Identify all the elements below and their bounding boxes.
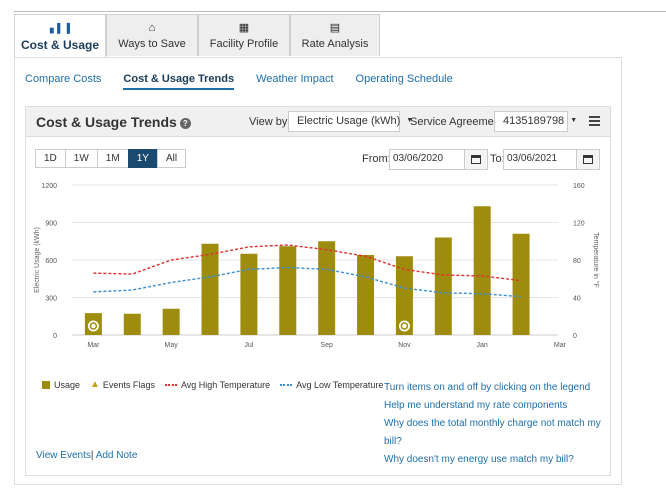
avg-low-temperature-line — [93, 266, 522, 298]
usage-bar — [240, 253, 258, 335]
x-tick-label: Mar — [554, 342, 567, 349]
legend-low-swatch — [280, 383, 293, 386]
top-divider — [14, 11, 666, 12]
calendar-icon — [471, 155, 481, 164]
y-tick-right: 120 — [573, 221, 585, 228]
legend-events-label: Events Flags — [102, 379, 155, 390]
service-agreement-select[interactable]: 4135189798 ▼ — [494, 111, 577, 132]
usage-bar — [123, 313, 141, 335]
usage-bar — [357, 255, 375, 335]
service-agreement-value: 4135189798 — [503, 115, 565, 127]
legend-high-swatch — [164, 383, 177, 386]
subtab-weather-impact[interactable]: Weather Impact — [256, 73, 333, 90]
from-date-input[interactable]: 03/06/2020 — [389, 149, 465, 170]
help-link-rate-components[interactable]: Help me understand my rate components — [384, 397, 610, 415]
help-link-legend[interactable]: Turn items on and off by clicking on the… — [384, 379, 610, 397]
subtab-operating-schedule[interactable]: Operating Schedule — [356, 73, 453, 90]
x-tick-label: May — [165, 342, 179, 349]
y-tick-left: 300 — [45, 296, 57, 303]
usage-bar — [279, 246, 297, 335]
legend-usage[interactable]: Usage — [42, 380, 80, 390]
x-tick-label: Nov — [398, 342, 411, 349]
legend-high-label: Avg High Temperature — [180, 379, 271, 390]
legend-low-temp[interactable]: Avg Low Temperature — [280, 380, 383, 390]
usage-bar — [434, 237, 452, 335]
tab-label: Rate Analysis — [301, 38, 369, 50]
help-links: Turn items on and off by clicking on the… — [384, 379, 610, 469]
tab-cost-usage[interactable]: ▖▌▐ Cost & Usage — [14, 14, 106, 58]
range-1y[interactable]: 1Y — [127, 149, 158, 168]
chart-legend: Usage ▲ Events Flags Avg High Temperature… — [42, 379, 393, 390]
legend-usage-label: Usage — [54, 379, 81, 390]
y-axis-title-left: Electric Usage (kWh) — [34, 227, 41, 293]
service-agreement-label: Service Agreement: — [410, 116, 506, 128]
caret-down-icon: ▼ — [570, 117, 578, 124]
content-panel: Compare Costs Cost & Usage Trends Weathe… — [14, 57, 622, 485]
from-label: From: — [362, 153, 391, 165]
tab-rate-analysis[interactable]: ▤ Rate Analysis — [290, 14, 380, 56]
bottom-links: View Events| Add Note — [36, 450, 138, 461]
tab-label: Ways to Save — [118, 38, 186, 50]
help-icon[interactable]: ? — [179, 118, 191, 129]
legend-events[interactable]: ▲ Events Flags — [90, 379, 155, 390]
usage-chart: 1200 900 600 300 0 160 120 80 40 0 Electric Usage … — [34, 183, 600, 349]
subtab-compare-costs[interactable]: Compare Costs — [25, 73, 101, 90]
tab-facility-profile[interactable]: ▦ Facility Profile — [198, 14, 290, 56]
to-calendar-button[interactable] — [576, 149, 600, 170]
y-tick-right: 40 — [573, 296, 581, 303]
legend-high-temp[interactable]: Avg High Temperature — [164, 379, 271, 390]
warning-icon: ▲ — [90, 379, 100, 390]
usage-bar — [162, 308, 180, 335]
tab-label: Cost & Usage — [20, 38, 100, 52]
card-title: Cost & Usage Trends? — [36, 114, 191, 130]
range-1w[interactable]: 1W — [64, 149, 98, 168]
view-events-link[interactable]: View Events — [36, 450, 91, 461]
y-tick-right: 0 — [573, 333, 577, 340]
trends-card: Cost & Usage Trends? View by: Electric U… — [25, 106, 611, 476]
usage-bar — [318, 241, 336, 335]
usage-bar — [512, 233, 530, 335]
tab-label: Facility Profile — [209, 38, 279, 50]
calculator-icon: ▤ — [329, 22, 341, 34]
legend-usage-swatch — [42, 380, 50, 389]
y-tick-left: 1200 — [41, 183, 57, 190]
calendar-icon — [583, 155, 593, 164]
add-note-link[interactable]: Add Note — [96, 450, 138, 461]
x-tick-label: Jan — [477, 342, 488, 349]
y-axis-title-right: Temperature in °F — [592, 232, 600, 288]
x-tick-label: Mar — [87, 342, 100, 349]
from-calendar-button[interactable] — [464, 149, 488, 170]
view-by-label: View by: — [249, 116, 291, 128]
y-tick-right: 160 — [573, 183, 585, 190]
hamburger-menu-icon[interactable] — [589, 116, 600, 126]
x-tick-label: Sep — [320, 342, 333, 349]
card-title-text: Cost & Usage Trends — [36, 114, 177, 130]
bar-chart-icon: ▖▌▐ — [50, 23, 70, 33]
y-tick-right: 80 — [573, 258, 581, 265]
x-tick-label: Jul — [244, 342, 253, 349]
tab-ways-to-save[interactable]: ⌂ Ways to Save — [106, 14, 198, 56]
help-link-energy-use[interactable]: Why doesn't my energy use match my bill? — [384, 451, 610, 469]
avg-high-temperature-line — [93, 244, 522, 282]
range-1d[interactable]: 1D — [35, 149, 66, 168]
range-1m[interactable]: 1M — [96, 149, 129, 168]
usage-bar — [473, 206, 491, 335]
legend-low-label: Avg Low Temperature — [296, 379, 384, 390]
main-tab-bar: ▖▌▐ Cost & Usage ⌂ Ways to Save ▦ Facili… — [14, 14, 380, 58]
range-selector: 1D 1W 1M 1Y All — [35, 149, 187, 168]
home-icon: ⌂ — [148, 22, 156, 34]
view-by-value: Electric Usage (kWh) — [297, 115, 401, 127]
sub-tab-bar: Compare Costs Cost & Usage Trends Weathe… — [25, 73, 475, 90]
to-date-input[interactable]: 03/06/2021 — [503, 149, 577, 170]
building-icon: ▦ — [238, 22, 250, 34]
range-all[interactable]: All — [156, 149, 187, 168]
view-by-select[interactable]: Electric Usage (kWh) ▼ — [288, 111, 413, 132]
y-tick-left: 900 — [45, 221, 57, 228]
help-link-monthly-charge[interactable]: Why does the total monthly charge not ma… — [384, 415, 610, 451]
card-header: Cost & Usage Trends? View by: Electric U… — [26, 107, 610, 137]
y-tick-left: 0 — [53, 333, 57, 340]
y-tick-left: 600 — [45, 258, 57, 265]
usage-bar — [201, 243, 219, 335]
subtab-cost-usage-trends[interactable]: Cost & Usage Trends — [123, 73, 235, 90]
